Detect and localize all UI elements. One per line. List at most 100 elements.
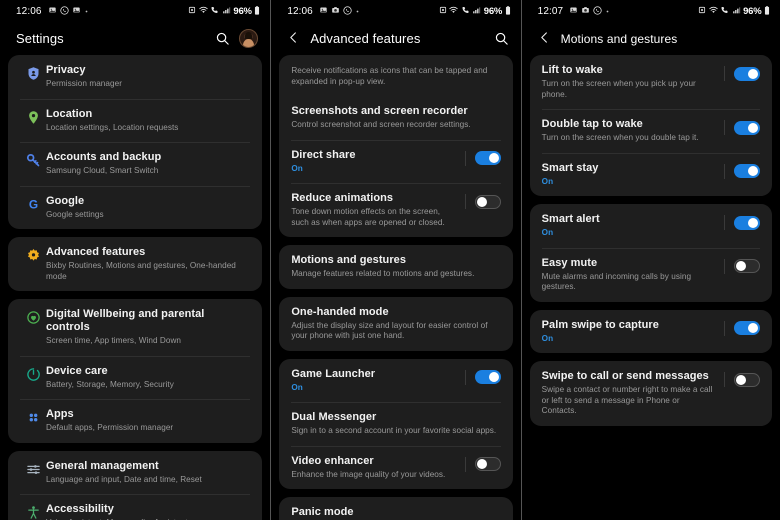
signal-call-icon	[210, 6, 219, 16]
dot-icon	[605, 7, 610, 16]
status-bar-left: 12:06	[16, 6, 89, 17]
settings-card: Smart alert On Easy mute Mute alarms and in…	[529, 204, 772, 302]
wifi-icon	[199, 6, 208, 13]
toggle-switch[interactable]	[734, 215, 760, 230]
status-time: 12:06	[287, 5, 313, 17]
list-item[interactable]: Digital Wellbeing and parental controls S…	[8, 299, 262, 356]
list-item[interactable]: Double tap to wake Turn on the screen whe…	[530, 109, 772, 153]
list-item-subtitle: Bixby Routines, Motions and gestures, On…	[46, 261, 236, 281]
settings-card: Digital Wellbeing and parental controls S…	[8, 299, 263, 443]
list-item[interactable]: Smart alert On	[530, 204, 772, 248]
list-item-text: Lift to wake Turn on the screen when you …	[542, 64, 716, 100]
profile-avatar[interactable]	[239, 29, 259, 48]
toggle-switch[interactable]	[734, 120, 760, 135]
toggle-switch[interactable]	[734, 372, 760, 387]
list-item[interactable]: General management Language and input, Da…	[8, 451, 262, 495]
list-item[interactable]: Screenshots and screen recorder Control s…	[279, 96, 512, 140]
list-item[interactable]: Privacy Permission manager	[8, 55, 262, 99]
toggle-switch[interactable]	[734, 66, 760, 81]
list-item[interactable]: Device care Battery, Storage, Memory, Sec…	[8, 355, 262, 400]
toggle-switch[interactable]	[474, 194, 501, 209]
toggle-knob	[476, 196, 487, 207]
list-item[interactable]: AccessibilityVoice Assistant, Mono audio…	[8, 494, 262, 520]
list-item-text: Device care Battery, Storage, Memory, Sec…	[46, 365, 250, 391]
list-item-text: AccessibilityVoice Assistant, Mono audio…	[46, 503, 250, 520]
control-separator	[464, 150, 466, 166]
back-arrow-icon[interactable]	[287, 31, 300, 44]
camera-icon	[581, 6, 590, 16]
gallery-icon	[48, 7, 56, 13]
shield-icon	[20, 64, 46, 81]
signal-call-icon	[461, 6, 470, 16]
toggle-knob	[748, 166, 758, 176]
settings-card: Swipe to call or send messages Swipe a co…	[529, 361, 772, 426]
battery-icon	[255, 5, 260, 15]
gallery-icon	[72, 6, 81, 16]
list-item-control	[716, 370, 760, 387]
list-item-text: Reduce animations Tone down motion effect…	[291, 192, 456, 228]
control-separator	[464, 456, 466, 472]
list-item-subtitle: Turn on the screen when you pick up your…	[541, 79, 696, 99]
page-title: Settings	[16, 31, 64, 46]
signal-bars-icon	[732, 7, 740, 14]
search-button[interactable]	[215, 31, 230, 46]
list-item-control	[716, 162, 760, 179]
back-button[interactable]	[538, 31, 551, 47]
toggle-knob	[476, 459, 487, 469]
list-item-text: Easy mute Mute alarms and incoming calls …	[542, 257, 716, 293]
list-item[interactable]: Swipe to call or send messages Swipe a co…	[530, 361, 772, 426]
list-item-text: Palm swipe to capture On	[542, 319, 716, 345]
list-item[interactable]: Lift to wake Turn on the screen when you …	[530, 55, 772, 109]
list-item[interactable]: Motions and gestures Manage features rela…	[279, 245, 512, 289]
list-item-text: Double tap to wake Turn on the screen whe…	[542, 118, 716, 144]
list-item-subtitle: Receive notifications as icons that can …	[291, 66, 488, 86]
toggle-switch[interactable]	[474, 457, 501, 471]
search-icon[interactable]	[494, 31, 509, 46]
list-item[interactable]: Accounts and backup Samsung Cloud, Smart …	[8, 142, 262, 186]
list-item[interactable]: Advanced features Bixby Routines, Motions…	[8, 237, 262, 291]
list-item[interactable]: Panic modeCall emergency number 112 and …	[279, 497, 512, 520]
toggle-switch[interactable]	[474, 151, 501, 165]
list-item[interactable]: Smart stay On	[530, 152, 772, 197]
list-item-title: Privacy	[46, 64, 86, 76]
list-item-subtitle: On	[541, 176, 554, 186]
toggle-switch[interactable]	[734, 259, 760, 273]
back-button[interactable]	[287, 31, 300, 47]
search-icon[interactable]	[215, 31, 230, 46]
avatar[interactable]	[239, 29, 259, 48]
whatsapp-icon	[59, 5, 69, 17]
control-separator	[724, 215, 725, 230]
toggle-knob	[748, 323, 758, 333]
list-item[interactable]: Reduce animations Tone down motion effect…	[279, 183, 512, 237]
list-item[interactable]: Palm swipe to capture On	[530, 310, 772, 354]
list-item[interactable]: G Google Google settings	[8, 185, 262, 230]
svg-text:G: G	[28, 197, 37, 211]
toggle-switch[interactable]	[474, 370, 501, 384]
list-item-text: Accounts and backup Samsung Cloud, Smart …	[46, 151, 250, 177]
list-item-subtitle: Tone down motion effects on the screen, …	[291, 207, 445, 227]
toggle-switch[interactable]	[734, 164, 760, 178]
device-care-icon	[26, 367, 40, 381]
list-item[interactable]: Dual Messenger Sign in to a second accoun…	[279, 402, 512, 446]
list-item[interactable]: Game Launcher On	[279, 359, 512, 403]
search-button[interactable]	[494, 31, 509, 46]
wellbeing-icon	[20, 308, 46, 325]
list-item-subtitle: Control screenshot and screen recorder s…	[291, 120, 471, 129]
location-pin-icon	[20, 108, 46, 125]
back-arrow-icon[interactable]	[538, 31, 551, 44]
list-item[interactable]: Location Location settings, Location requ…	[8, 98, 262, 143]
list-item[interactable]: Direct share On	[279, 139, 512, 184]
list-item-subtitle: Default apps, Permission manager	[46, 423, 174, 432]
control-separator	[724, 120, 725, 135]
toggle-switch[interactable]	[734, 321, 760, 335]
list-item-subtitle: Battery, Storage, Memory, Security	[46, 379, 174, 389]
signal-bars-icon	[222, 6, 231, 16]
list-item-partial[interactable]: Receive notifications as icons that can …	[279, 55, 512, 96]
list-item-title: Dual Messenger	[291, 411, 377, 423]
list-item[interactable]: Apps Default apps, Permission manager	[8, 399, 262, 443]
list-item-control	[457, 149, 501, 166]
list-item[interactable]: One-handed mode Adjust the display size a…	[279, 297, 512, 351]
list-item[interactable]: Video enhancer Enhance the image quality …	[279, 445, 512, 490]
list-item-title: Motions and gestures	[291, 254, 406, 266]
list-item[interactable]: Easy mute Mute alarms and incoming calls …	[530, 247, 772, 302]
